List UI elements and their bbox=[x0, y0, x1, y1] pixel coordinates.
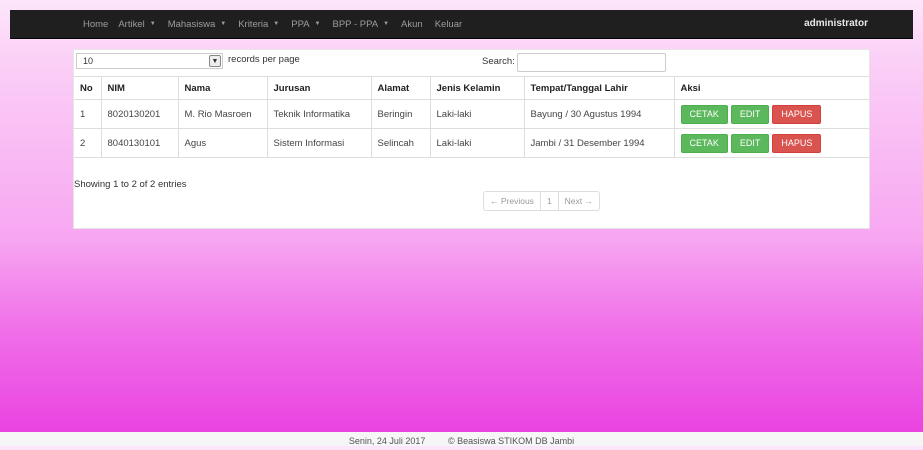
cell-jurusan: Sistem Informasi bbox=[266, 128, 371, 158]
cell-jenis-kelamin: Laki-laki bbox=[429, 99, 524, 129]
nav-home-label: Home bbox=[83, 18, 109, 30]
nav-ppa-label: PPA bbox=[291, 18, 310, 30]
nav-home[interactable]: Home bbox=[83, 19, 108, 30]
cell-jenis-kelamin: Laki-laki bbox=[429, 128, 524, 158]
next-page-button[interactable]: Next → bbox=[557, 192, 599, 210]
nav-artikel-label: Artikel bbox=[118, 18, 145, 30]
delete-button[interactable]: HAPUS bbox=[772, 133, 822, 153]
cell-tempat-tanggal-lahir: Bayung / 30 Agustus 1994 bbox=[523, 99, 674, 129]
nav-keluar[interactable]: Keluar bbox=[435, 19, 462, 30]
edit-button[interactable]: EDIT bbox=[730, 104, 770, 124]
nav-mahasiswa-label: Mahasiswa bbox=[167, 18, 216, 30]
dropdown-arrow-icon[interactable]: ▼ bbox=[209, 55, 221, 67]
current-user[interactable]: administrator bbox=[804, 10, 868, 38]
records-per-page-value: 10 bbox=[83, 56, 94, 66]
col-header-nama[interactable]: Nama bbox=[177, 76, 267, 100]
print-button[interactable]: CETAK bbox=[680, 104, 728, 124]
col-header-jenis-kelamin[interactable]: Jenis Kelamin bbox=[429, 76, 524, 100]
cell-nama: Agus bbox=[177, 128, 267, 158]
footer-date: Senin, 24 Juli 2017 bbox=[348, 436, 426, 446]
top-navbar: Home Artikel ▼ Mahasiswa ▼ Kriteria ▼ PPA ▼ … bbox=[10, 10, 913, 39]
caret-down-icon: ▼ bbox=[220, 21, 227, 27]
previous-page-button[interactable]: ← Previous bbox=[484, 192, 540, 210]
table-header-row: No NIM Nama Jurusan Alamat Jenis Kelamin… bbox=[74, 76, 869, 100]
cell-no: 2 bbox=[74, 128, 101, 158]
search-label: Search: bbox=[482, 56, 515, 67]
content-panel: 10 ▼ records per page Search: No NIM Nam… bbox=[73, 49, 870, 229]
col-header-tempat-tanggal-lahir[interactable]: Tempat/Tanggal Lahir bbox=[523, 76, 674, 100]
nav-akun[interactable]: Akun bbox=[401, 19, 423, 30]
nav-bpp-ppa[interactable]: BPP - PPA ▼ bbox=[333, 19, 390, 30]
nav-kriteria-label: Kriteria bbox=[238, 18, 269, 30]
caret-down-icon: ▼ bbox=[314, 21, 321, 27]
col-header-alamat[interactable]: Alamat bbox=[370, 76, 430, 100]
cell-no: 1 bbox=[74, 99, 101, 129]
col-header-no[interactable]: No bbox=[74, 76, 101, 100]
nav-kriteria[interactable]: Kriteria ▼ bbox=[238, 19, 279, 30]
delete-button[interactable]: HAPUS bbox=[772, 104, 822, 124]
edit-button[interactable]: EDIT bbox=[730, 133, 770, 153]
pagination: ← Previous 1 Next → bbox=[483, 191, 601, 211]
caret-down-icon: ▼ bbox=[383, 21, 390, 27]
caret-down-icon: ▼ bbox=[149, 21, 156, 27]
cell-jurusan: Teknik Informatika bbox=[266, 99, 371, 129]
nav-akun-label: Akun bbox=[401, 18, 423, 30]
cell-nim: 8020130201 bbox=[100, 99, 178, 129]
nav-mahasiswa[interactable]: Mahasiswa ▼ bbox=[168, 19, 226, 30]
col-header-jurusan[interactable]: Jurusan bbox=[266, 76, 371, 100]
search-input[interactable] bbox=[517, 53, 666, 72]
cell-tempat-tanggal-lahir: Jambi / 31 Desember 1994 bbox=[523, 128, 674, 158]
col-header-nim[interactable]: NIM bbox=[100, 76, 178, 100]
footer: Senin, 24 Juli 2017 © Beasiswa STIKOM DB… bbox=[0, 432, 923, 446]
nav-bpp-ppa-label: BPP - PPA bbox=[332, 18, 379, 30]
col-header-aksi: Aksi bbox=[673, 76, 869, 100]
table-info: Showing 1 to 2 of 2 entries bbox=[74, 179, 187, 190]
records-per-page-select[interactable]: 10 ▼ bbox=[76, 53, 223, 69]
footer-copyright: © Beasiswa STIKOM DB Jambi bbox=[447, 436, 575, 446]
page-1-button[interactable]: 1 bbox=[539, 192, 558, 210]
nav-ppa[interactable]: PPA ▼ bbox=[291, 19, 320, 30]
nav-menu: Home Artikel ▼ Mahasiswa ▼ Kriteria ▼ PPA ▼ … bbox=[83, 10, 462, 38]
cell-aksi: CETAK EDIT HAPUS bbox=[673, 99, 869, 129]
cell-nim: 8040130101 bbox=[100, 128, 178, 158]
records-per-page-label: records per page bbox=[228, 54, 300, 65]
cell-aksi: CETAK EDIT HAPUS bbox=[673, 128, 869, 158]
mahasiswa-table: No NIM Nama Jurusan Alamat Jenis Kelamin… bbox=[74, 76, 869, 158]
nav-keluar-label: Keluar bbox=[434, 18, 463, 30]
nav-artikel[interactable]: Artikel ▼ bbox=[118, 19, 155, 30]
cell-nama: M. Rio Masroen bbox=[177, 99, 267, 129]
cell-alamat: Beringin bbox=[370, 99, 430, 129]
table-row: 2 8040130101 Agus Sistem Informasi Selin… bbox=[74, 128, 869, 158]
cell-alamat: Selincah bbox=[370, 128, 430, 158]
print-button[interactable]: CETAK bbox=[680, 133, 728, 153]
table-row: 1 8020130201 M. Rio Masroen Teknik Infor… bbox=[74, 99, 869, 129]
caret-down-icon: ▼ bbox=[273, 21, 280, 27]
